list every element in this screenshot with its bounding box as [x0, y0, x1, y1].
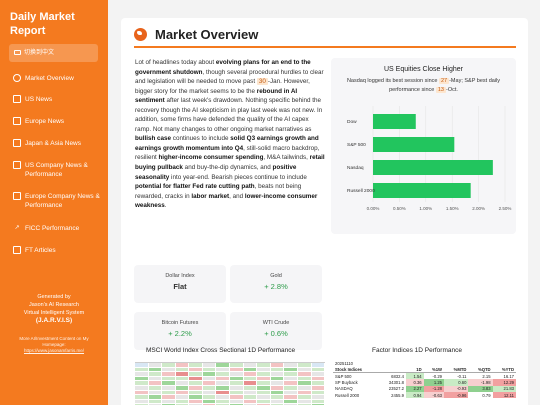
- article-bold: bullish case: [135, 135, 172, 143]
- stat-card-dollar-index: Dollar Index Flat: [134, 265, 226, 303]
- article-bold: labor market: [191, 192, 230, 200]
- article-text: into year-end. Bearish pieces continue t…: [169, 173, 307, 181]
- stat-label: Dollar Index: [165, 273, 195, 279]
- generated-by: Generated by Jason's AI Research Virtual…: [0, 293, 108, 325]
- bar: [373, 160, 493, 175]
- jarvis-label: (J.A.R.V.I.S): [35, 317, 73, 324]
- overview-article: Lot of headlines today about evolving pl…: [135, 58, 325, 211]
- homepage-link[interactable]: https://www.jasonamfarris.me/: [0, 348, 108, 354]
- bar-chart: 0.00% 0.50% 1.00% 1.50% 2.00% 2.50% Dow S&P 500…: [347, 106, 512, 211]
- sidebar-item-label: Europe News: [25, 118, 65, 125]
- factor-table: 20251110 Stock Indices 1D %1W %MTD %QTD …: [333, 360, 516, 399]
- section-header: Market Overview: [134, 27, 258, 42]
- stat-card-wti-crude: WTI Crude + 0.6%: [230, 312, 322, 350]
- page-title: Market Overview: [155, 27, 259, 42]
- sidebar-item-label: FICC Performance: [25, 225, 80, 232]
- title-divider: [134, 46, 516, 48]
- generated-by-line: Jason's AI Research: [29, 302, 79, 308]
- x-tick-label: 0.00%: [367, 206, 380, 211]
- stat-value: Flat: [173, 282, 187, 291]
- stat-label: WTI Crude: [262, 320, 290, 326]
- sidebar-nav: Market Overview US News Europe News Japa…: [0, 74, 108, 268]
- sidebar-item-label: Market Overview: [25, 75, 74, 82]
- sidebar-item-label: US Company News & Performance: [25, 162, 88, 178]
- news-icon: [13, 192, 21, 200]
- sidebar-item-market-overview[interactable]: Market Overview: [0, 74, 108, 95]
- table-row: Russell 2000 2455.9 0.94 -0.63 -0.96 0.7…: [333, 391, 516, 399]
- main-panel: Market Overview Lot of headlines today a…: [121, 18, 528, 405]
- sidebar-item-label: Europe Company News & Performance: [25, 193, 100, 209]
- msci-heatmap: [135, 362, 326, 405]
- table-cell: 2455.9: [391, 392, 404, 398]
- language-icon: [14, 49, 21, 55]
- bar: [373, 183, 471, 198]
- stat-label: Bitcoin Futures: [161, 320, 199, 326]
- stat-value: + 2.8%: [264, 282, 288, 291]
- stat-value: + 2.2%: [168, 329, 192, 338]
- bar: [373, 137, 455, 152]
- news-icon: [13, 246, 21, 254]
- table-cell: -0.96: [444, 391, 469, 399]
- article-text: and buy-the-dip dynamics, and: [182, 164, 273, 172]
- language-toggle-label: 切换到中文: [24, 50, 55, 56]
- table-cell: -0.63: [423, 391, 444, 399]
- x-tick-label: 2.00%: [472, 206, 485, 211]
- sidebar-item-ficc-performance[interactable]: ↗ FICC Performance: [0, 224, 108, 246]
- sidebar: Daily Market Report 切换到中文 Market Overvie…: [0, 0, 108, 405]
- app-title: Daily Market Report: [10, 11, 75, 37]
- chart-icon: ↗: [14, 224, 20, 231]
- us-equities-chart-card: US Equities Close Higher Nasdaq logged i…: [331, 58, 516, 234]
- article-text: , and: [229, 192, 245, 200]
- article-text: Lot of headlines today about: [135, 59, 216, 66]
- sidebar-item-us-news[interactable]: US News: [0, 95, 108, 117]
- sidebar-item-label: US News: [25, 96, 53, 103]
- sidebar-item-europe-news[interactable]: Europe News: [0, 117, 108, 139]
- news-icon: [13, 139, 21, 147]
- globe-icon: [134, 28, 147, 41]
- stat-value: + 0.6%: [264, 329, 288, 338]
- sidebar-item-us-company-news[interactable]: US Company News & Performance: [0, 161, 108, 192]
- news-icon: [13, 161, 21, 169]
- sidebar-item-europe-company-news[interactable]: Europe Company News & Performance: [0, 192, 108, 224]
- table-cell: Russell 2000: [335, 392, 360, 398]
- language-toggle-button[interactable]: 切换到中文: [9, 44, 98, 62]
- news-icon: [13, 95, 21, 103]
- article-text: continues to include: [171, 135, 231, 143]
- table-cell: 12.11: [492, 391, 516, 399]
- msci-section-title: MSCI World Index Cross Sectional 1D Perf…: [146, 347, 296, 354]
- article-text: .: [164, 202, 167, 210]
- stat-card-gold: Gold + 2.8%: [230, 265, 322, 303]
- date-highlight: 30: [256, 78, 268, 86]
- table-cell: 0.94: [405, 391, 424, 399]
- article-bold: potential for flatter Fed rate cutting p…: [135, 183, 255, 191]
- generated-by-line: Generated by: [37, 294, 71, 300]
- sidebar-item-ft-articles[interactable]: FT Articles: [0, 246, 108, 268]
- category-label: Nasdaq: [347, 165, 364, 171]
- x-tick-label: 1.00%: [419, 206, 432, 211]
- sidebar-item-label: Japan & Asia News: [25, 140, 82, 147]
- x-tick-label: 2.50%: [499, 206, 512, 211]
- article-bold: higher-income consumer spending: [158, 154, 264, 162]
- factor-section-title: Factor Indices 1D Performance: [372, 347, 462, 354]
- x-tick-label: 0.50%: [393, 206, 406, 211]
- globe-icon: [13, 74, 21, 82]
- stat-label: Gold: [270, 273, 282, 279]
- bar: [373, 114, 416, 129]
- stat-card-bitcoin-futures: Bitcoin Futures + 2.2%: [134, 312, 226, 350]
- news-icon: [13, 117, 21, 125]
- sidebar-item-label: FT Articles: [25, 247, 56, 254]
- table-cell: 0.79: [482, 392, 491, 398]
- category-label: Dow: [347, 119, 357, 125]
- more-content: More AI/Investment Content on My Homepag…: [0, 336, 108, 354]
- category-label: Russell 2000: [347, 188, 375, 194]
- sidebar-item-japan-asia-news[interactable]: Japan & Asia News: [0, 139, 108, 161]
- article-text: , M&A tailwinds,: [263, 154, 310, 162]
- category-label: S&P 500: [347, 142, 366, 148]
- generated-by-line: Virtual Intelligent System: [23, 310, 85, 316]
- x-tick-label: 1.50%: [446, 206, 459, 211]
